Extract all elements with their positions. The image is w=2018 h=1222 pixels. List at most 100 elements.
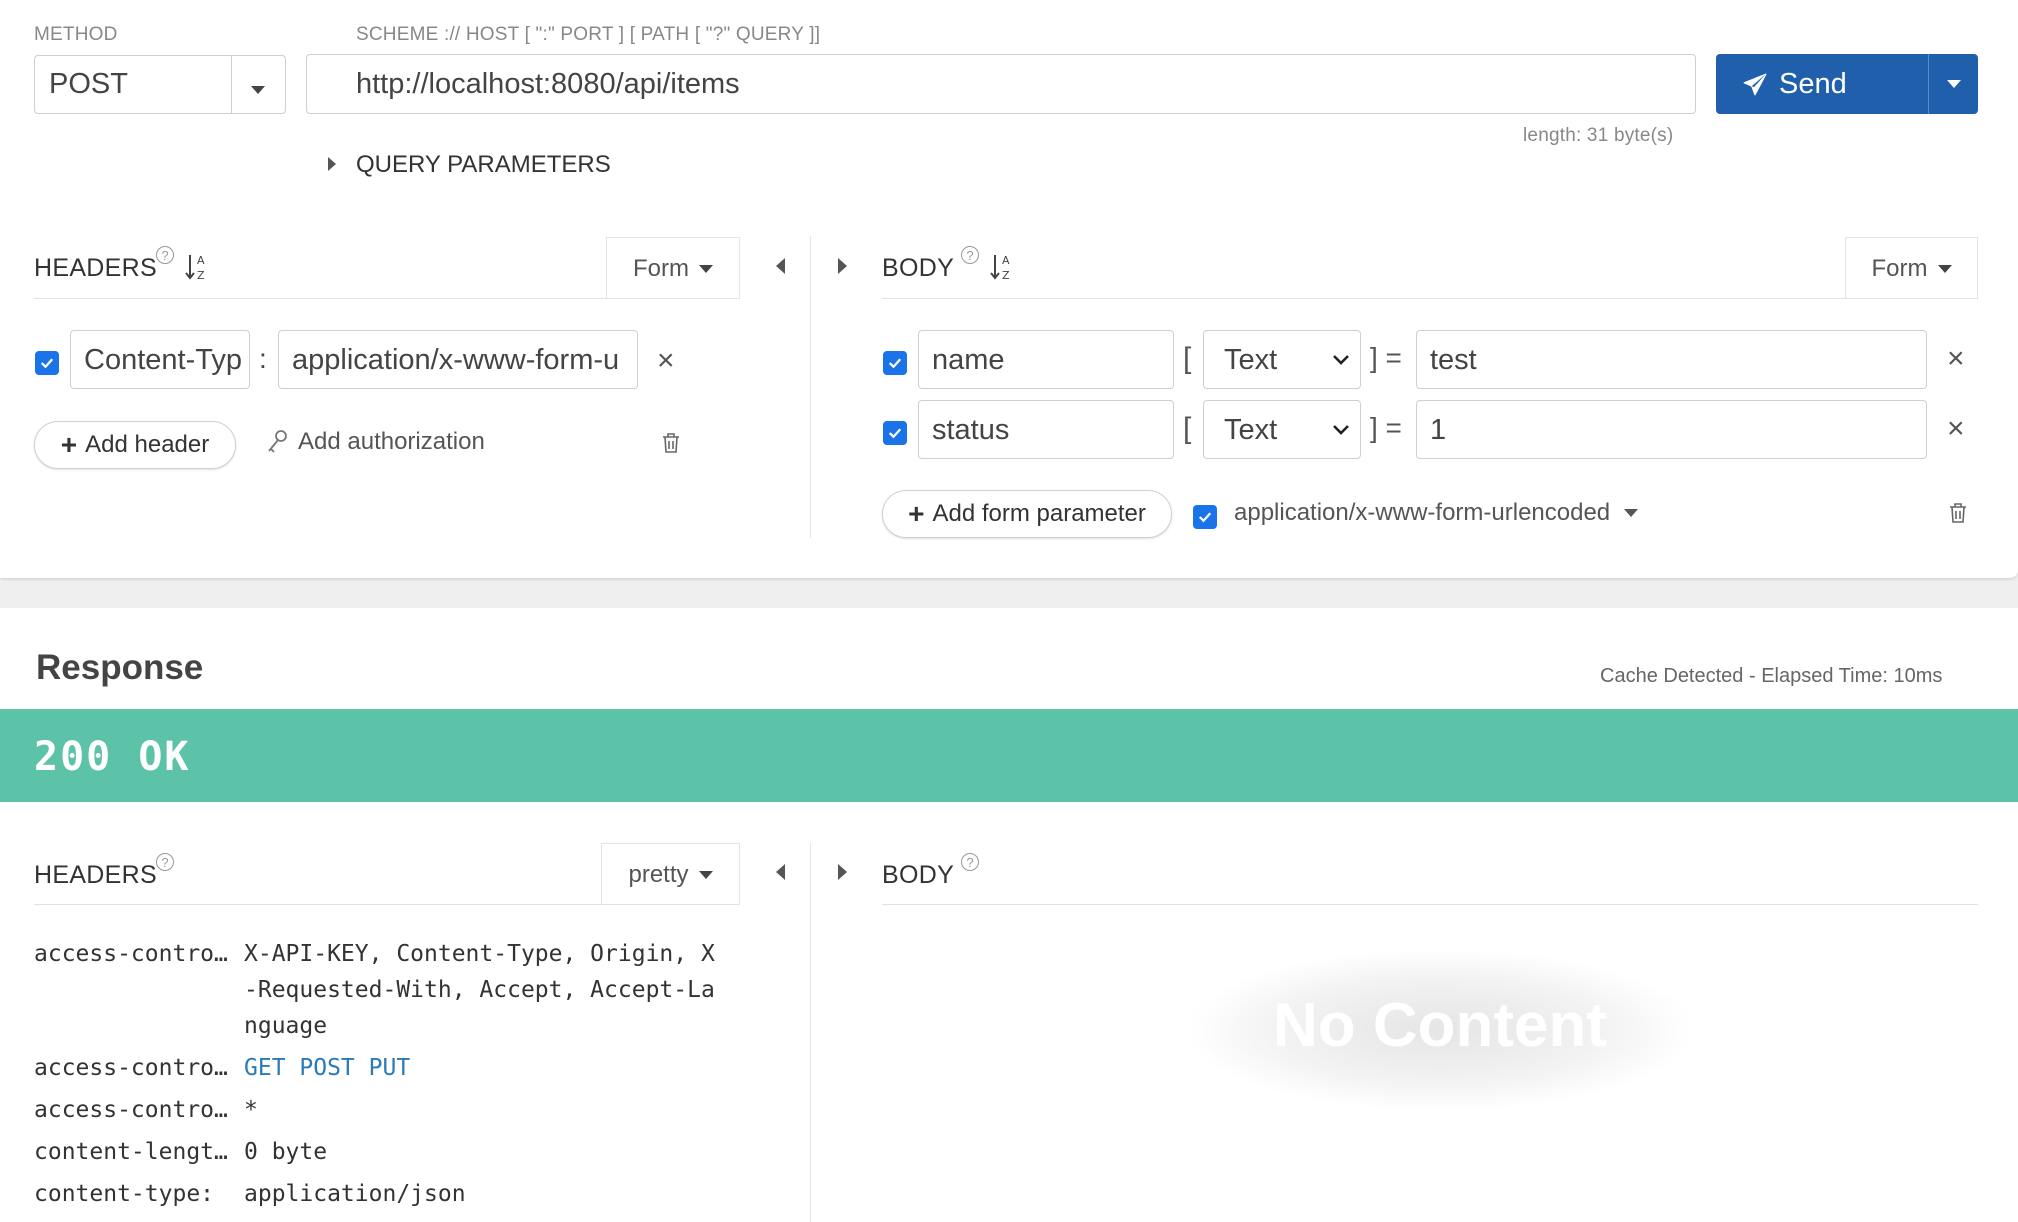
header-name-value: Content-Typ bbox=[84, 344, 242, 376]
resp-header-methods-link[interactable]: GET POST PUT bbox=[244, 1055, 410, 1081]
request-panel: METHOD POST SCHEME :// HOST [ ":" PORT ]… bbox=[0, 0, 2018, 578]
url-value: http://localhost:8080/api/items bbox=[356, 68, 740, 100]
add-form-parameter-label: Add form parameter bbox=[932, 500, 1146, 527]
svg-text:A: A bbox=[1002, 254, 1010, 267]
status-bar: 200 OK bbox=[0, 709, 2018, 802]
body-param-value-input[interactable]: test bbox=[1416, 330, 1927, 389]
resp-header-key: access-contro… bbox=[34, 1055, 228, 1081]
url-length: length: 31 byte(s) bbox=[1523, 125, 1674, 146]
resp-header-key: content-lengt… bbox=[34, 1139, 228, 1165]
add-authorization-label: Add authorization bbox=[298, 428, 485, 455]
resp-header-value-line: * bbox=[244, 1097, 258, 1123]
response-panel bbox=[0, 608, 2018, 1222]
trash-icon[interactable] bbox=[661, 432, 681, 459]
sort-az-icon[interactable]: AZ bbox=[184, 252, 210, 287]
plus-icon: + bbox=[908, 498, 925, 529]
resp-headers-mode-label: pretty bbox=[628, 860, 689, 888]
body-param-name-input[interactable]: status bbox=[918, 400, 1174, 459]
help-icon[interactable]: ? bbox=[156, 246, 174, 264]
chevron-down-icon bbox=[699, 264, 713, 273]
body-param-name-value: name bbox=[932, 344, 1005, 376]
resp-header-key: access-contro… bbox=[34, 1097, 228, 1123]
collapse-left-icon[interactable] bbox=[776, 864, 785, 880]
add-form-parameter-button[interactable]: + Add form parameter bbox=[882, 490, 1172, 538]
help-icon[interactable]: ? bbox=[961, 853, 979, 871]
body-param-value-value: 1 bbox=[1430, 414, 1447, 446]
paper-plane-icon bbox=[1742, 72, 1768, 103]
close-icon[interactable]: × bbox=[1947, 412, 1965, 446]
body-param-value-value: test bbox=[1430, 344, 1477, 376]
section-splitter bbox=[810, 843, 811, 1222]
req-headers-divider bbox=[34, 298, 740, 299]
body-row-checkbox[interactable] bbox=[883, 351, 907, 375]
url-label: SCHEME :// HOST [ ":" PORT ] [ PATH [ "?… bbox=[356, 24, 821, 45]
status-text: 200 OK bbox=[34, 734, 191, 780]
send-label: Send bbox=[1779, 68, 1847, 100]
collapse-right-icon[interactable] bbox=[838, 864, 847, 880]
plus-icon: + bbox=[60, 429, 78, 460]
collapse-left-icon[interactable] bbox=[776, 258, 785, 274]
triangle-right-icon bbox=[328, 157, 336, 171]
content-type-dropdown[interactable]: application/x-www-form-urlencoded bbox=[1234, 499, 1639, 527]
chevron-down-icon bbox=[1333, 425, 1349, 435]
add-authorization-link[interactable]: Add authorization bbox=[266, 428, 485, 456]
add-header-label: Add header bbox=[85, 431, 210, 458]
response-title: Response bbox=[36, 648, 204, 687]
req-headers-title: HEADERS bbox=[34, 254, 157, 282]
resp-header-value-line: X-API-KEY, Content-Type, Origin, X bbox=[244, 941, 715, 967]
header-name-input[interactable]: Content-Typ bbox=[70, 330, 250, 389]
trash-icon[interactable] bbox=[1948, 502, 1968, 529]
sort-az-icon[interactable]: AZ bbox=[989, 252, 1015, 287]
svg-text:A: A bbox=[197, 254, 205, 267]
query-params-label: QUERY PARAMETERS bbox=[356, 151, 611, 178]
add-header-button[interactable]: + Add header bbox=[34, 421, 236, 469]
colon-separator: : bbox=[259, 343, 267, 374]
body-param-type-value: Text bbox=[1224, 344, 1278, 376]
resp-header-value-line: application/json bbox=[244, 1181, 466, 1207]
key-icon bbox=[268, 430, 287, 453]
method-label: METHOD bbox=[34, 24, 118, 45]
chevron-down-icon bbox=[1937, 264, 1952, 273]
chevron-down-icon bbox=[251, 81, 265, 99]
help-icon[interactable]: ? bbox=[961, 246, 979, 264]
resp-body-title: BODY bbox=[882, 861, 955, 889]
help-icon[interactable]: ? bbox=[156, 853, 174, 871]
response-meta: Cache Detected - Elapsed Time: 10ms bbox=[1600, 665, 1943, 687]
resp-header-key: content-type: bbox=[34, 1181, 215, 1207]
close-icon[interactable]: × bbox=[1947, 342, 1965, 376]
body-param-type-select[interactable]: Text bbox=[1203, 330, 1361, 389]
header-value-value: application/x-www-form-u bbox=[292, 344, 620, 376]
body-param-name-input[interactable]: name bbox=[918, 330, 1174, 389]
body-param-value-input[interactable]: 1 bbox=[1416, 400, 1927, 459]
req-body-title: BODY bbox=[882, 254, 955, 282]
body-param-name-value: status bbox=[932, 414, 1010, 446]
close-icon[interactable]: × bbox=[657, 344, 675, 378]
req-body-mode-dropdown[interactable]: Form bbox=[1845, 237, 1978, 299]
send-button[interactable]: Send bbox=[1716, 54, 1978, 114]
collapse-right-icon[interactable] bbox=[838, 258, 847, 274]
content-type-label: application/x-www-form-urlencoded bbox=[1234, 499, 1611, 526]
content-type-checkbox[interactable] bbox=[1193, 505, 1217, 529]
bracket-open: [ bbox=[1183, 412, 1192, 445]
resp-header-value-line: nguage bbox=[244, 1013, 328, 1039]
header-value-input[interactable]: application/x-www-form-u bbox=[278, 330, 638, 389]
resp-headers-title: HEADERS bbox=[34, 861, 157, 889]
chevron-down-icon bbox=[1624, 509, 1639, 517]
chevron-down-icon bbox=[1333, 355, 1349, 365]
send-options-button[interactable] bbox=[1930, 54, 1978, 114]
chevron-down-icon bbox=[698, 870, 713, 879]
method-value: POST bbox=[49, 68, 128, 100]
method-divider bbox=[231, 56, 232, 113]
body-row-checkbox[interactable] bbox=[883, 421, 907, 445]
url-input[interactable]: http://localhost:8080/api/items bbox=[306, 54, 1696, 114]
section-splitter bbox=[810, 236, 811, 538]
resp-headers-mode-dropdown[interactable]: pretty bbox=[601, 843, 740, 905]
req-body-mode-label: Form bbox=[1871, 254, 1928, 282]
method-select[interactable]: POST bbox=[34, 55, 286, 114]
body-param-type-select[interactable]: Text bbox=[1203, 400, 1361, 459]
header-row-checkbox[interactable] bbox=[35, 351, 59, 375]
svg-text:Z: Z bbox=[1002, 269, 1010, 282]
resp-headers-divider bbox=[34, 904, 740, 905]
req-headers-mode-dropdown[interactable]: Form bbox=[606, 237, 740, 299]
resp-header-key: access-contro… bbox=[34, 941, 228, 967]
